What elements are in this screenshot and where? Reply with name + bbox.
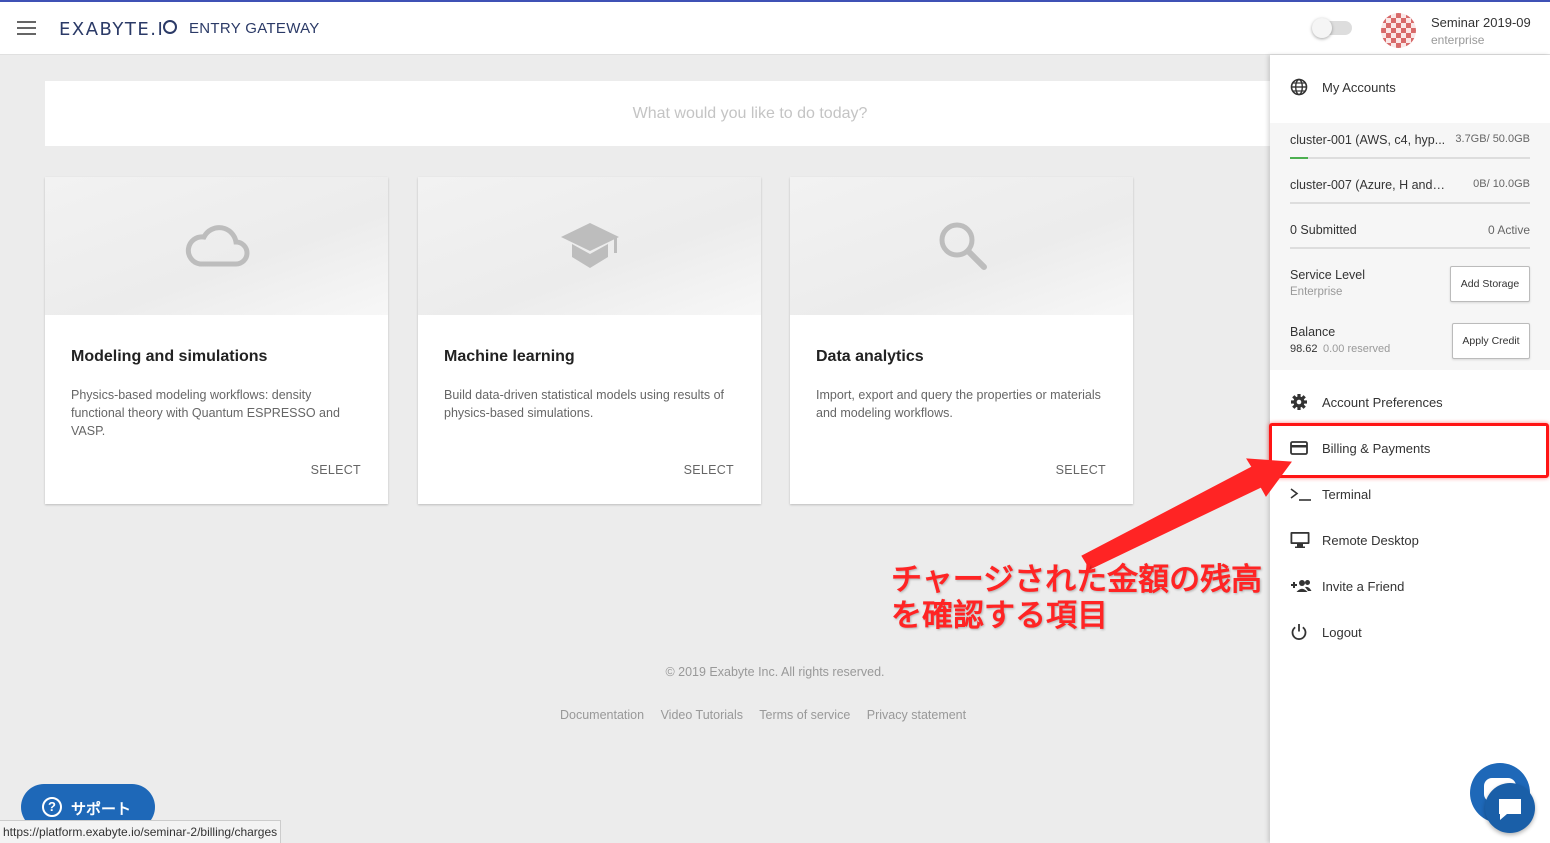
monitor-icon — [1290, 532, 1310, 548]
card-title: Machine learning — [444, 348, 575, 365]
theme-toggle[interactable] — [1312, 18, 1352, 38]
footer-link-documentation[interactable]: Documentation — [560, 708, 644, 722]
select-button[interactable]: SELECT — [684, 463, 734, 477]
footer-link-privacy[interactable]: Privacy statement — [867, 708, 966, 722]
menu-item-logout[interactable]: Logout — [1270, 610, 1550, 656]
billing-highlight-box — [1269, 423, 1549, 478]
avatar[interactable] — [1381, 13, 1416, 48]
balance-label: Balance — [1290, 325, 1336, 339]
card-title: Modeling and simulations — [71, 348, 268, 365]
power-icon — [1291, 624, 1307, 640]
gear-icon — [1291, 394, 1307, 410]
menu-item-label: Remote Desktop — [1322, 533, 1419, 548]
add-storage-button[interactable]: Add Storage — [1450, 266, 1530, 302]
card-machine-learning[interactable]: Machine learning Build data-driven stati… — [418, 177, 761, 504]
logo[interactable]: EXABYTE.I — [59, 19, 164, 40]
balance-reserved: 0.00 reserved — [1323, 343, 1391, 355]
menu-item-my-accounts[interactable]: My Accounts — [1270, 65, 1550, 111]
apply-credit-button[interactable]: Apply Credit — [1452, 323, 1530, 359]
status-bar-url: https://platform.exabyte.io/seminar-2/bi… — [0, 820, 282, 843]
menu-item-invite-a-friend[interactable]: Invite a Friend — [1270, 564, 1550, 610]
add-user-icon — [1291, 580, 1312, 592]
menu-item-account-preferences[interactable]: Account Preferences — [1270, 380, 1550, 426]
search-input[interactable] — [45, 81, 1455, 146]
footer-link-terms[interactable]: Terms of service — [759, 708, 850, 722]
cloud-icon — [185, 225, 249, 267]
jobs-summary[interactable]: 0 Submitted 0 Active — [1290, 213, 1530, 249]
jobs-active: 0 Active — [1487, 223, 1530, 237]
account-summary: cluster-001 (AWS, c4, hyp... 3.7GB/ 50.0… — [1270, 123, 1550, 370]
card-image — [418, 177, 761, 315]
cluster-usage: 0B/ 10.0GB — [1473, 178, 1530, 190]
message-icon — [1499, 799, 1521, 820]
card-data-analytics[interactable]: Data analytics Import, export and query … — [790, 177, 1133, 504]
select-button[interactable]: SELECT — [1056, 463, 1106, 477]
card-title: Data analytics — [816, 348, 924, 365]
card-description: Import, export and query the properties … — [816, 388, 1101, 420]
card-description: Build data-driven statistical models usi… — [444, 388, 724, 420]
card-description: Physics-based modeling workflows: densit… — [71, 388, 340, 438]
top-app-bar: EXABYTE.I ENTRY GATEWAY Seminar 2019-09 … — [0, 0, 1550, 55]
copyright: © 2019 Exabyte Inc. All rights reserved. — [665, 665, 885, 679]
menu-item-terminal[interactable]: Terminal — [1270, 472, 1550, 518]
terminal-icon — [1290, 488, 1311, 501]
search-icon — [939, 222, 987, 270]
help-icon: ? — [42, 797, 62, 817]
cluster-usage: 3.7GB/ 50.0GB — [1455, 133, 1530, 145]
menu-item-label: Account Preferences — [1322, 395, 1443, 410]
account-name[interactable]: Seminar 2019-09 — [1431, 15, 1531, 30]
card-image — [45, 177, 388, 315]
support-label: サポート — [71, 801, 132, 818]
cluster-usage-bar — [1290, 157, 1308, 159]
card-image — [790, 177, 1133, 315]
menu-item-label: Logout — [1322, 625, 1362, 640]
balance-value: 98.62 — [1290, 343, 1318, 355]
cluster-name: cluster-001 (AWS, c4, hyp... — [1290, 133, 1446, 147]
jobs-submitted: 0 Submitted — [1290, 223, 1357, 237]
cluster-name: cluster-007 (Azure, H and NC... — [1290, 178, 1448, 192]
chat-launcher-button[interactable] — [1485, 783, 1535, 833]
gateway-title: ENTRY GATEWAY — [189, 20, 320, 37]
annotation-text: チャージされた金額の残高 を確認する項目 — [891, 562, 1263, 634]
menu-icon[interactable] — [17, 21, 36, 35]
logo-gear-icon — [163, 20, 177, 34]
footer-links: Documentation Video Tutorials Terms of s… — [560, 708, 979, 722]
account-plan: enterprise — [1431, 33, 1485, 47]
menu-item-label: Invite a Friend — [1322, 579, 1405, 594]
service-level-label: Service Level — [1290, 268, 1366, 282]
cluster-item[interactable]: cluster-001 (AWS, c4, hyp... 3.7GB/ 50.0… — [1290, 123, 1530, 159]
select-button[interactable]: SELECT — [311, 463, 361, 477]
service-level-value: Enterprise — [1290, 286, 1343, 298]
graduation-cap-icon — [560, 223, 619, 268]
cluster-item[interactable]: cluster-007 (Azure, H and NC... 0B/ 10.0… — [1290, 168, 1530, 204]
card-modeling-and-simulations[interactable]: Modeling and simulations Physics-based m… — [45, 177, 388, 504]
footer-link-video-tutorials[interactable]: Video Tutorials — [661, 708, 743, 722]
menu-item-label: My Accounts — [1322, 80, 1396, 95]
menu-item-remote-desktop[interactable]: Remote Desktop — [1270, 518, 1550, 564]
globe-icon — [1290, 78, 1308, 96]
menu-item-label: Terminal — [1322, 487, 1372, 502]
